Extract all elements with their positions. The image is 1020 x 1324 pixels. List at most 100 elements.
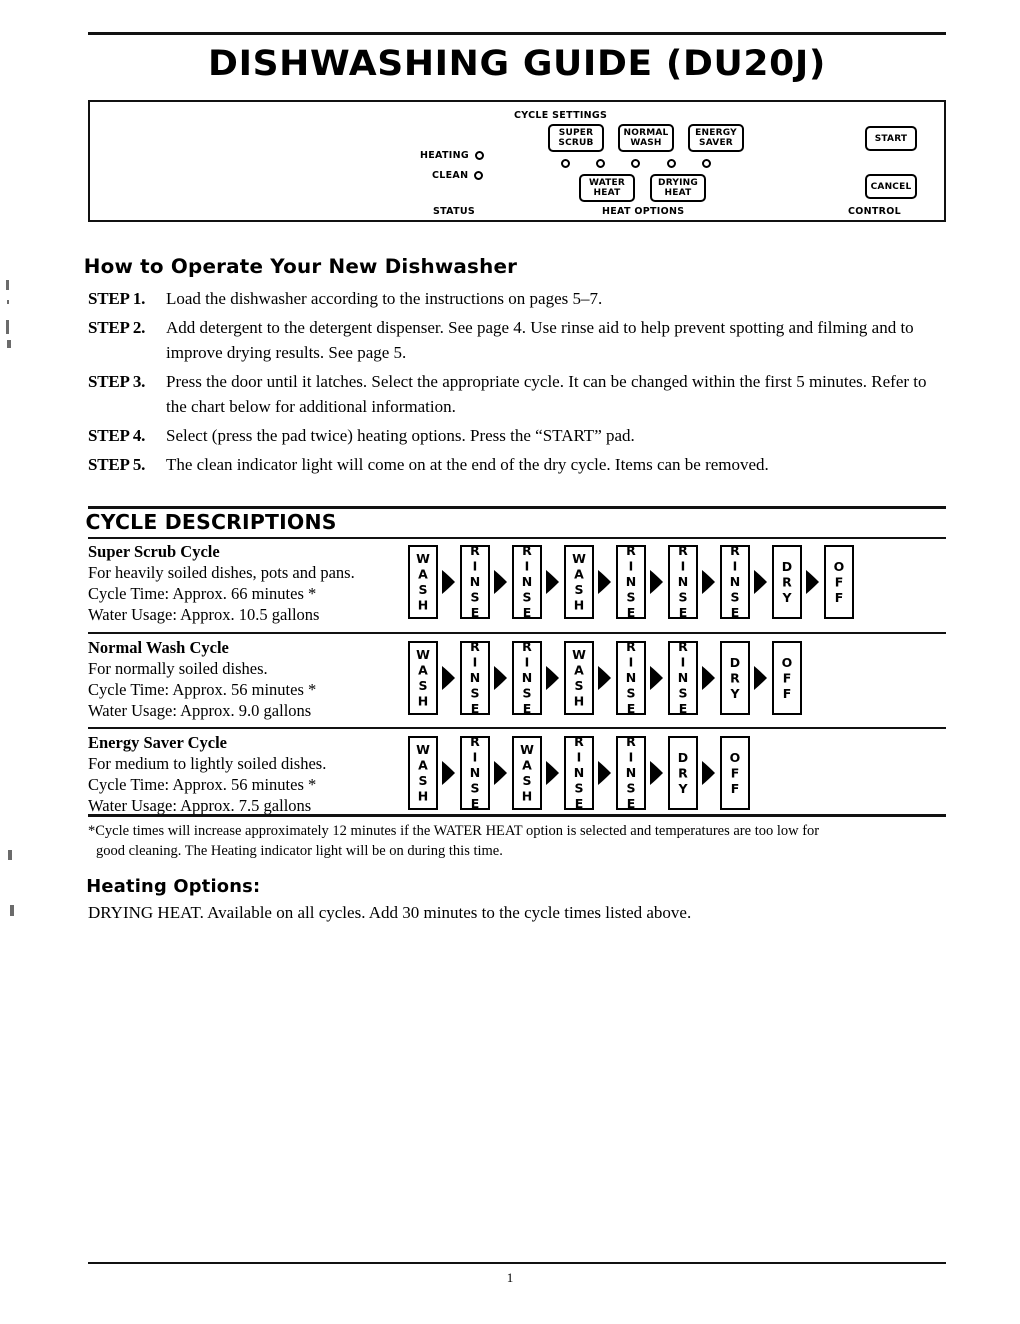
- step-text: Add detergent to the detergent dispenser…: [166, 318, 914, 362]
- scan-artifact: [7, 340, 11, 348]
- flow-step-box: RINSE: [668, 639, 698, 717]
- flow-step-label: WASH: [415, 647, 431, 709]
- cycle-descriptions-heading: CYCLE DESCRIPTIONS: [85, 510, 337, 534]
- indicator-circle-icon: [474, 171, 484, 180]
- cycle-row-energy-saver: Energy Saver Cycle For medium to lightly…: [88, 732, 946, 816]
- flow-step-label: RINSE: [467, 734, 483, 812]
- pad-label-line1: ENERGY: [695, 128, 737, 138]
- page-number: 1: [506, 1270, 514, 1285]
- pad-water-heat[interactable]: WATER HEAT: [579, 174, 635, 202]
- cycle-water-usage: Water Usage: Approx. 7.5 gallons: [88, 796, 312, 815]
- flow-step-box: WASH: [408, 641, 438, 715]
- clean-indicator: CLEAN: [432, 170, 484, 181]
- led-indicator-1: [561, 159, 570, 168]
- flow-step-box: OFF: [720, 736, 750, 810]
- flow-step-label: RINSE: [675, 543, 691, 621]
- flow-step-box: WASH: [408, 736, 438, 810]
- flow-arrow-icon: [490, 641, 512, 715]
- led-indicator-5: [702, 159, 711, 168]
- flow-step-label: DRY: [727, 654, 743, 702]
- scan-artifact: [10, 905, 14, 916]
- pad-drying-heat[interactable]: DRYING HEAT: [650, 174, 706, 202]
- flow-step-box: RINSE: [460, 543, 490, 621]
- step-text: Select (press the pad twice) heating opt…: [166, 426, 635, 445]
- flow-arrow-icon: [594, 545, 616, 619]
- flow-arrow-icon: [542, 736, 564, 810]
- heating-indicator-label: HEATING: [420, 150, 469, 161]
- status-section-label: STATUS: [433, 206, 476, 217]
- led-indicator-2: [596, 159, 605, 168]
- step-text: Press the door until it latches. Select …: [166, 372, 927, 416]
- step-label: STEP 3.: [88, 372, 146, 391]
- pad-energy-saver[interactable]: ENERGY SAVER: [688, 124, 744, 152]
- flow-step-box: DRY: [772, 545, 802, 619]
- flow-step-label: RINSE: [623, 543, 639, 621]
- flow-step-label: DRY: [779, 558, 795, 606]
- bottom-rule: [88, 1262, 946, 1264]
- heat-options-section-label: HEAT OPTIONS: [602, 206, 685, 217]
- top-rule: [88, 32, 946, 35]
- pad-label-line1: DRYING: [658, 178, 698, 188]
- pad-cancel[interactable]: CANCEL: [865, 174, 917, 199]
- heating-options-heading: Heating Options:: [86, 877, 261, 897]
- cycle-name: Energy Saver Cycle: [88, 733, 228, 752]
- scan-artifact: [8, 850, 12, 860]
- flow-step-box: RINSE: [512, 543, 542, 621]
- step-item: STEP 5. The clean indicator light will c…: [88, 452, 946, 477]
- flow-arrow-icon: [646, 545, 668, 619]
- document-page: DISHWASHING GUIDE (DU20J) CYCLE SETTINGS…: [0, 0, 1020, 1324]
- cycle-section-rule-top: [88, 506, 946, 509]
- cycle-row-super-scrub: Super Scrub Cycle For heavily soiled dis…: [88, 541, 946, 625]
- led-indicator-4: [667, 159, 676, 168]
- pad-label: CANCEL: [870, 181, 912, 192]
- pad-label-line2: HEAT: [664, 188, 692, 198]
- flow-step-box: WASH: [408, 545, 438, 619]
- pad-label-line2: SAVER: [699, 138, 733, 148]
- cycle-settings-label: CYCLE SETTINGS: [514, 110, 608, 121]
- flow-step-box: RINSE: [564, 734, 594, 812]
- pad-start[interactable]: START: [865, 126, 917, 151]
- cycle-time: Cycle Time: Approx. 56 minutes *: [88, 680, 317, 699]
- cycle-info: Super Scrub Cycle For heavily soiled dis…: [88, 541, 408, 625]
- flow-arrow-icon: [698, 545, 720, 619]
- pad-super-scrub[interactable]: SUPER SCRUB: [548, 124, 604, 152]
- led-indicator-3: [631, 159, 640, 168]
- flow-arrow-icon: [594, 736, 616, 810]
- pad-normal-wash[interactable]: NORMAL WASH: [618, 124, 674, 152]
- flow-step-box: DRY: [720, 641, 750, 715]
- flow-arrow-icon: [698, 641, 720, 715]
- how-to-operate-heading: How to Operate Your New Dishwasher: [83, 255, 518, 278]
- cycle-section-rule-1: [88, 537, 946, 539]
- flow-arrow-icon: [542, 545, 564, 619]
- cycle-section-rule-bottom: [88, 814, 946, 817]
- step-item: STEP 1. Load the dishwasher according to…: [88, 286, 946, 311]
- flow-step-label: WASH: [571, 647, 587, 709]
- flow-arrow-icon: [438, 736, 460, 810]
- flow-step-label: RINSE: [467, 543, 483, 621]
- flow-arrow-icon: [698, 736, 720, 810]
- scan-artifact: [6, 280, 9, 290]
- cycle-flow-diagram: WASH RINSE WASH RINSE RINSE DRY OFF: [408, 732, 946, 812]
- flow-step-label: DRY: [675, 749, 691, 797]
- flow-arrow-icon: [490, 736, 512, 810]
- flow-step-label: RINSE: [519, 639, 535, 717]
- page-title: DISHWASHING GUIDE (DU20J): [208, 44, 826, 84]
- flow-step-label: WASH: [571, 551, 587, 613]
- cycle-info: Normal Wash Cycle For normally soiled di…: [88, 637, 408, 721]
- flow-arrow-icon: [646, 641, 668, 715]
- step-label: STEP 2.: [88, 318, 146, 337]
- pad-label-line1: WATER: [588, 178, 625, 188]
- flow-step-box: WASH: [512, 736, 542, 810]
- footnote-line-1: *Cycle times will increase approximately…: [88, 823, 820, 839]
- cycle-time: Cycle Time: Approx. 66 minutes *: [88, 584, 317, 603]
- flow-step-label: WASH: [415, 551, 431, 613]
- flow-step-box: RINSE: [512, 639, 542, 717]
- flow-step-label: WASH: [519, 742, 535, 804]
- cycle-flow-diagram: WASH RINSE RINSE WASH RINSE RINSE DRY OFF: [408, 637, 946, 717]
- flow-arrow-icon: [490, 545, 512, 619]
- heating-options-text: DRYING HEAT. Available on all cycles. Ad…: [88, 903, 692, 922]
- flow-step-label: OFF: [831, 558, 847, 606]
- flow-step-box: DRY: [668, 736, 698, 810]
- pad-label-line2: SCRUB: [558, 138, 594, 148]
- cycle-name: Super Scrub Cycle: [88, 542, 220, 561]
